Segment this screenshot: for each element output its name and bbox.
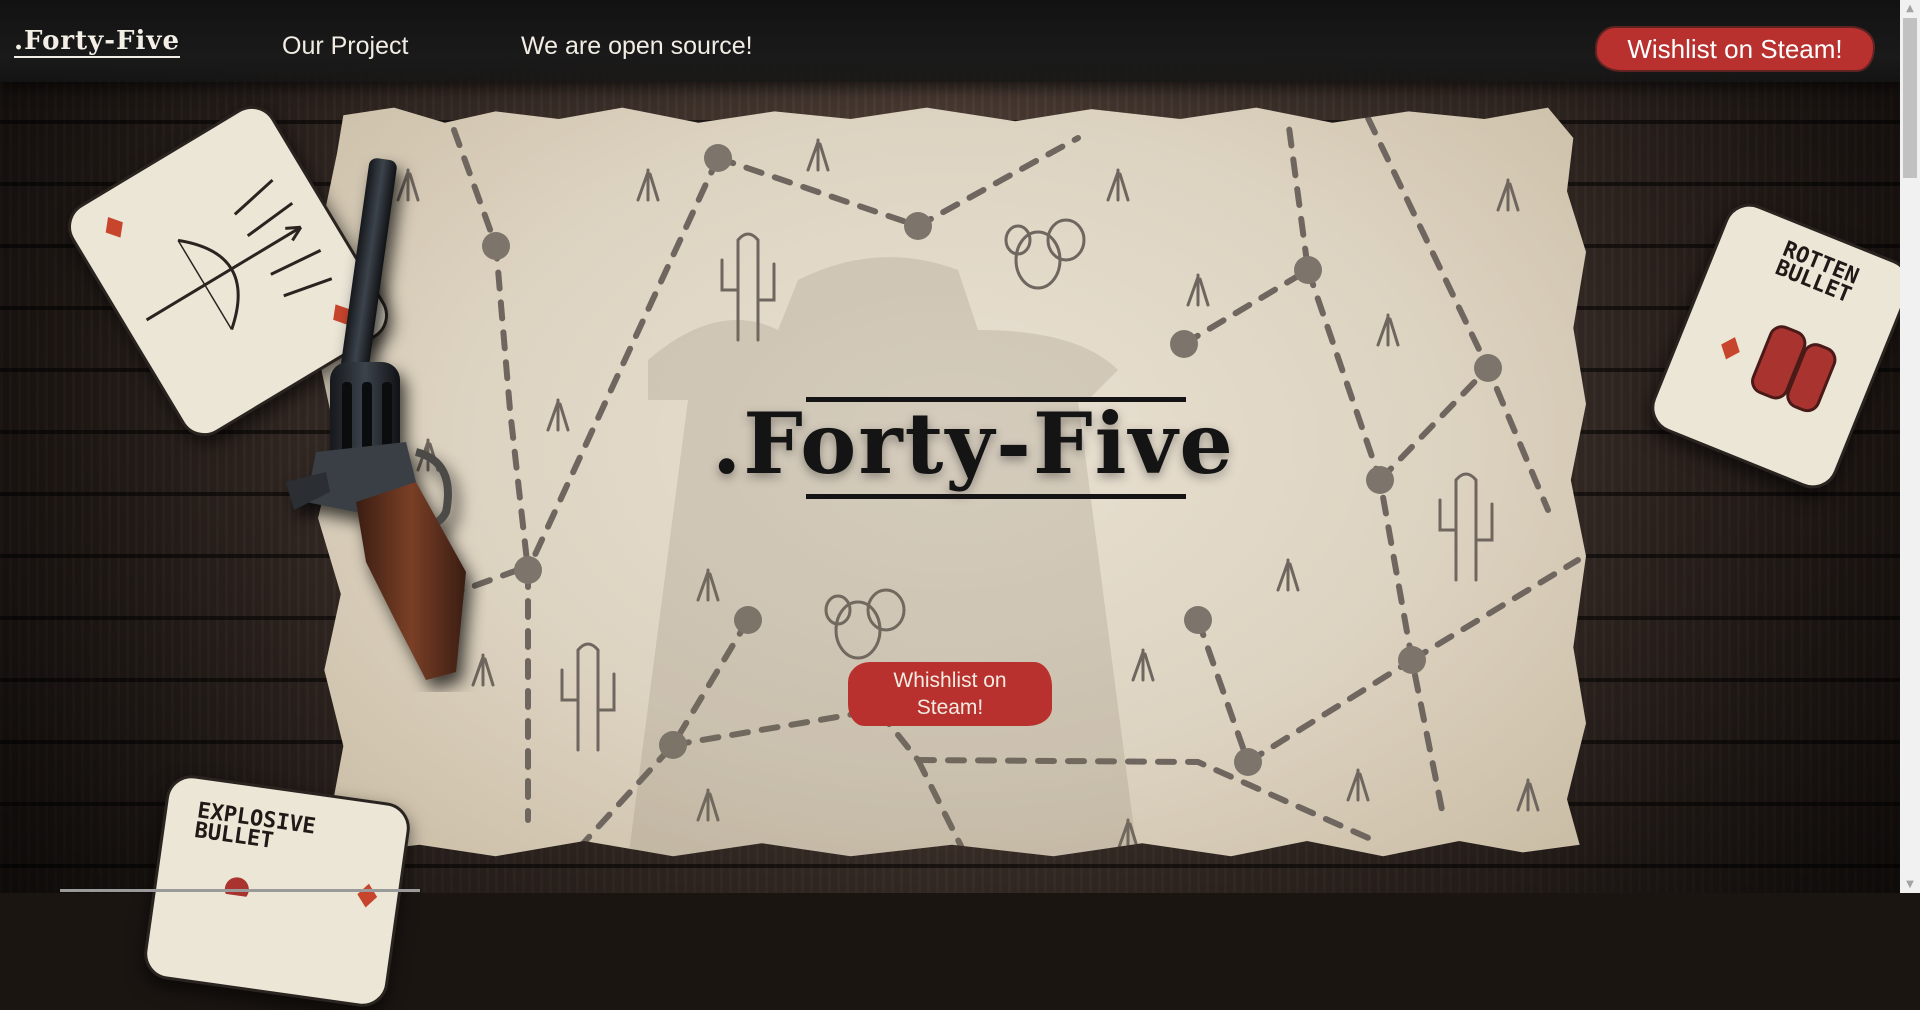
logo-underline-bottom (806, 494, 1186, 499)
horizontal-scrollbar-thumb[interactable] (60, 889, 420, 892)
nav-link-our-project[interactable]: Our Project (282, 32, 408, 61)
scroll-down-arrow-icon[interactable]: ▼ (1900, 876, 1920, 893)
brand-logo[interactable]: .Forty-Five (14, 26, 181, 58)
hero-game-logo: .Forty-Five (712, 394, 1235, 493)
vertical-scrollbar[interactable]: ▲ ▼ (1900, 0, 1920, 893)
logo-underline-top (806, 397, 1186, 402)
top-navigation-bar: .Forty-Five Our Project We are open sour… (0, 0, 1900, 82)
wishlist-steam-button-header[interactable]: Wishlist on Steam! (1597, 28, 1873, 70)
nav-link-open-source[interactable]: We are open source! (521, 32, 753, 61)
wishlist-steam-button-hero[interactable]: Whishlist on Steam! (848, 662, 1052, 726)
revolver-icon (286, 158, 466, 680)
scroll-up-arrow-icon[interactable]: ▲ (1900, 0, 1920, 17)
scrollbar-thumb[interactable] (1903, 18, 1917, 178)
